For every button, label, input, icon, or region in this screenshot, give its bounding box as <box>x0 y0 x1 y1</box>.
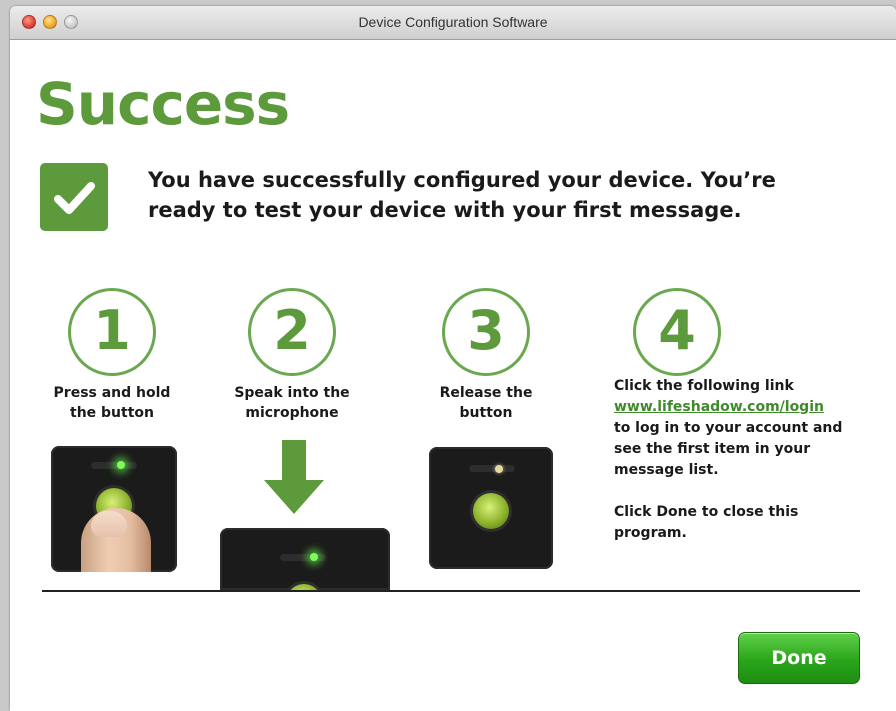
checkmark-icon <box>40 163 108 231</box>
step-2-number: 2 <box>248 288 336 376</box>
step-4-line5: message list. <box>614 462 719 478</box>
step-4-intro: Click the following link <box>614 378 794 394</box>
down-arrow-icon <box>264 440 324 514</box>
led-off-icon <box>495 465 503 473</box>
step-3-label-line2: button <box>459 405 513 421</box>
step-4-instructions: Click the following link www.lifeshadow.… <box>614 376 854 544</box>
step-4-line7: program. <box>614 525 687 541</box>
login-link[interactable]: www.lifeshadow.com/login <box>614 399 824 415</box>
led-on-icon <box>117 461 125 469</box>
step-1-label-line1: Press and hold <box>53 385 171 401</box>
step-3-label: Release the button <box>404 383 568 423</box>
step-1-label: Press and hold the button <box>30 383 194 423</box>
finger-icon <box>81 508 151 572</box>
step-3-number: 3 <box>442 288 530 376</box>
step-1-number: 1 <box>68 288 156 376</box>
success-message: You have successfully configured your de… <box>148 168 776 222</box>
step-4-line4: see the first item in your <box>614 441 811 457</box>
page-title: Success <box>36 70 290 138</box>
step-4-line3: to log in to your account and <box>614 420 843 436</box>
device-image-speak <box>220 528 390 590</box>
step-3-label-line1: Release the <box>439 385 533 401</box>
divider <box>42 590 860 592</box>
window-title: Device Configuration Software <box>358 14 548 30</box>
step-1-label-line2: the button <box>70 405 154 421</box>
step-4-line6: Click Done to close this <box>614 504 799 520</box>
led-on-icon <box>310 553 318 561</box>
step-2-label: Speak into the microphone <box>210 383 374 423</box>
device-image-press <box>51 446 177 572</box>
device-button-icon <box>473 493 509 529</box>
title-bar: Device Configuration Software <box>10 6 896 40</box>
device-image-release <box>429 447 553 569</box>
step-4-number: 4 <box>633 288 721 376</box>
step-2-label-line2: microphone <box>245 405 339 421</box>
step-2-label-line1: Speak into the <box>234 385 350 401</box>
done-button[interactable]: Done <box>738 632 860 684</box>
